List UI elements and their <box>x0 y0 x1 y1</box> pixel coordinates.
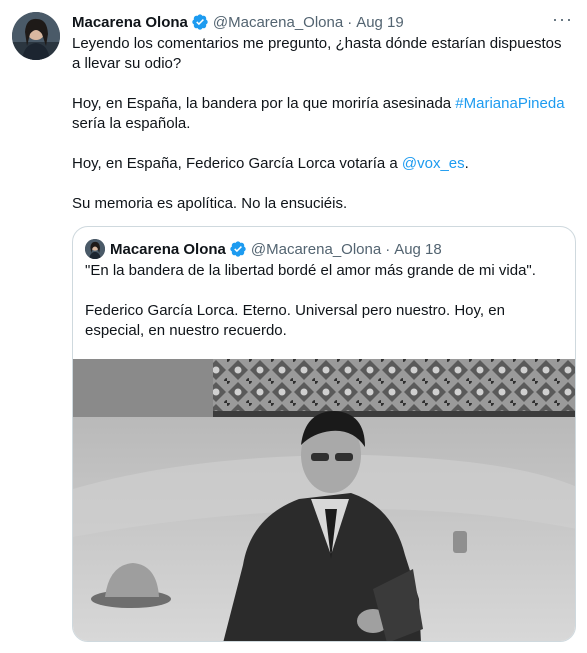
quoted-paragraph: Federico García Lorca. Eterno. Universal… <box>85 302 505 339</box>
tweet-text: Leyendo los comentarios me pregunto, ¿ha… <box>72 34 572 234</box>
tweet-paragraph: Hoy, en España, Federico García Lorca vo… <box>72 154 572 174</box>
tweet-paragraph: Su memoria es apolítica. No la ensuciéis… <box>72 195 348 212</box>
tweet-header: Macarena Olona @Macarena_Olona · Aug 19 <box>72 12 404 32</box>
tweet-date[interactable]: Aug 19 <box>356 14 404 31</box>
quoted-author-handle: @Macarena_Olona <box>250 240 382 258</box>
tweet-paragraph: Leyendo los comentarios me pregunto, ¿ha… <box>72 35 562 72</box>
separator-dot: · <box>347 13 353 31</box>
quoted-author-name: Macarena Olona <box>110 240 226 258</box>
quoted-photo[interactable] <box>73 359 575 641</box>
hashtag-link[interactable]: #MarianaPineda <box>455 95 564 112</box>
tweet-paragraph: Hoy, en España, la bandera por la que mo… <box>72 94 572 134</box>
quoted-header: Macarena Olona @Macarena_Olona · Aug 18 <box>110 239 442 259</box>
verified-badge-icon <box>230 241 246 257</box>
quoted-date: Aug 18 <box>394 240 442 258</box>
quoted-tweet[interactable]: Macarena Olona @Macarena_Olona · Aug 18 … <box>72 226 576 642</box>
quoted-author-avatar[interactable] <box>85 239 105 259</box>
verified-badge-icon <box>192 14 208 30</box>
text-span: Hoy, en España, Federico García Lorca vo… <box>72 155 402 172</box>
tweet[interactable]: Macarena Olona @Macarena_Olona · Aug 19 … <box>0 0 587 653</box>
quoted-text: "En la bandera de la libertad bordé el a… <box>85 261 565 361</box>
mention-link[interactable]: @vox_es <box>402 155 465 172</box>
text-span: Hoy, en España, la bandera por la que mo… <box>72 95 456 112</box>
text-span: . <box>464 155 469 172</box>
more-horizontal-icon[interactable]: ··· <box>552 10 573 28</box>
author-name[interactable]: Macarena Olona <box>72 14 188 31</box>
quoted-paragraph: "En la bandera de la libertad bordé el a… <box>85 262 536 279</box>
author-handle[interactable]: @Macarena_Olona <box>213 14 343 31</box>
text-span: sería la española. <box>72 115 191 132</box>
separator-dot: · <box>385 240 391 258</box>
author-avatar[interactable] <box>12 12 60 60</box>
